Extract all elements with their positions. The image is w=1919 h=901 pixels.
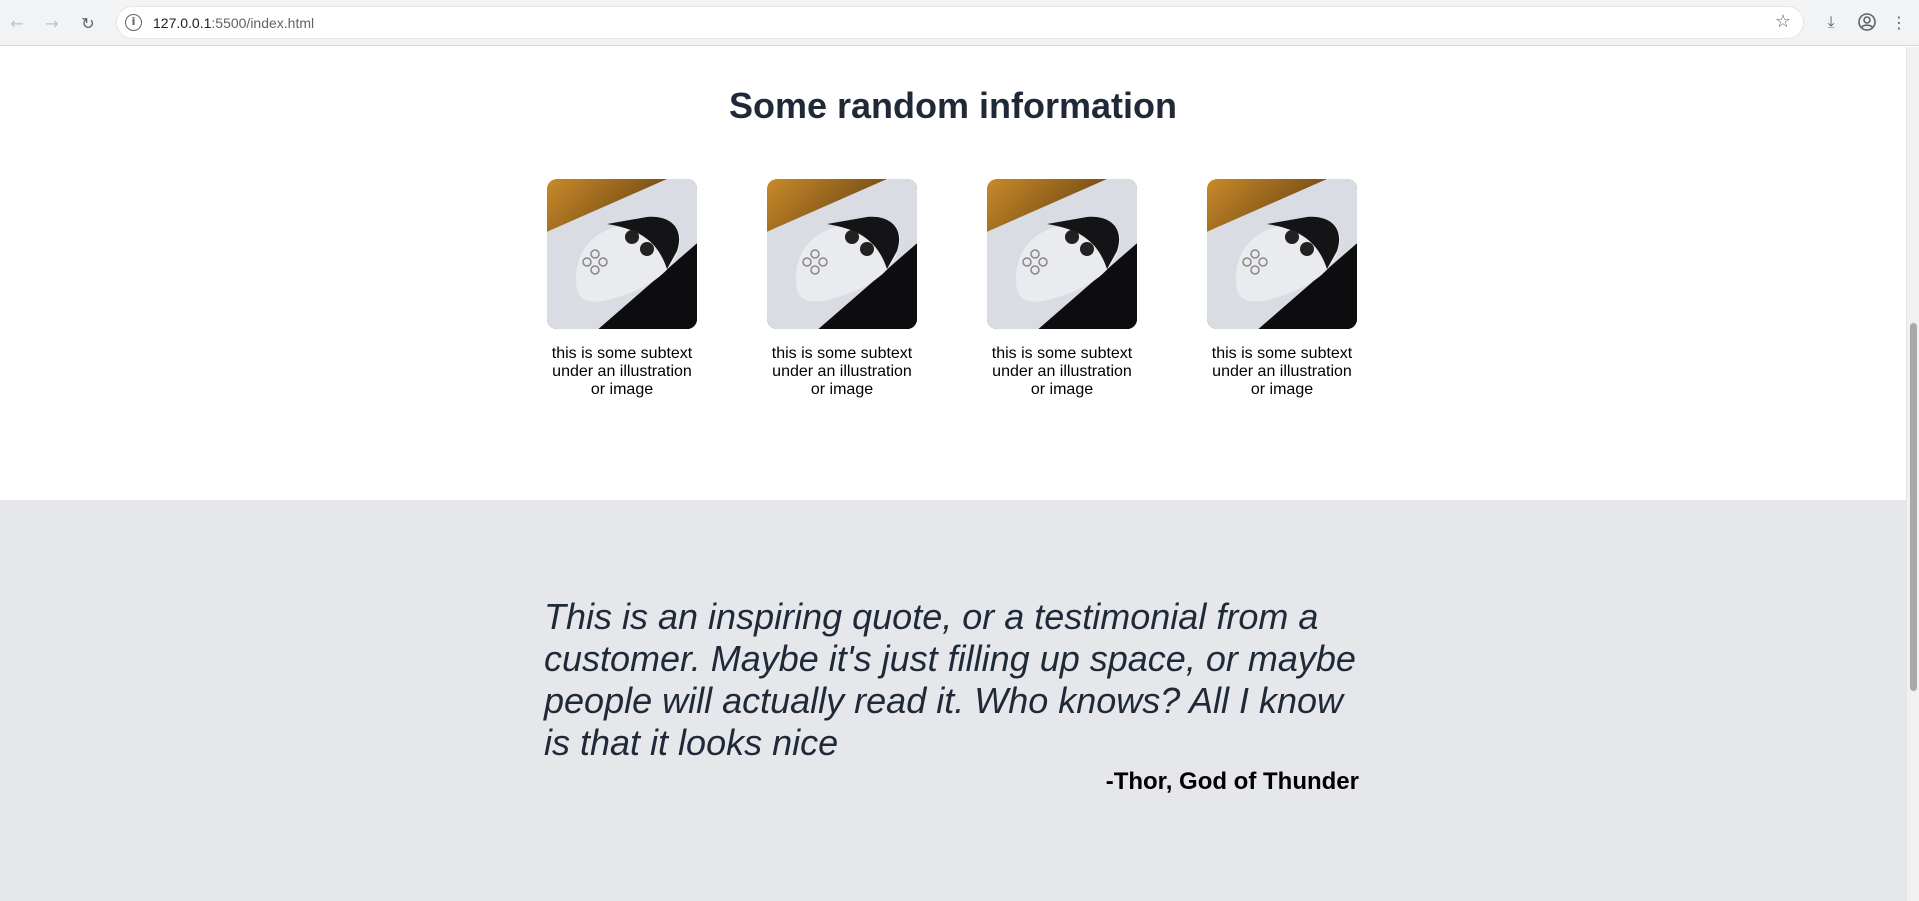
- page-scrollbar[interactable]: [1906, 47, 1919, 901]
- controller-image: [547, 179, 697, 329]
- card-caption: this is some subtext under an illustrati…: [771, 345, 913, 398]
- quote-author: -Thor, God of Thunder: [1105, 768, 1359, 795]
- info-section: Some random information this is some sub…: [0, 47, 1906, 500]
- quote-text: This is an inspiring quote, or a testimo…: [544, 596, 1356, 763]
- menu-dots-icon[interactable]: ⋮: [1890, 10, 1908, 34]
- quote-section: This is an inspiring quote, or a testimo…: [0, 500, 1906, 901]
- profile-icon[interactable]: [1855, 10, 1879, 34]
- info-card: this is some subtext under an illustrati…: [987, 179, 1137, 399]
- scrollbar-thumb[interactable]: [1910, 323, 1917, 691]
- address-bar[interactable]: i 127.0.0.1:5500/index.html ☆: [116, 6, 1804, 39]
- card-caption: this is some subtext under an illustrati…: [551, 345, 693, 398]
- info-card: this is some subtext under an illustrati…: [767, 179, 917, 399]
- url-path: :5500/index.html: [211, 15, 315, 31]
- back-arrow-icon[interactable]: ←: [4, 10, 30, 36]
- download-icon[interactable]: ⤓: [1819, 10, 1843, 34]
- page-viewport: Some random information this is some sub…: [0, 47, 1906, 901]
- card-caption: this is some subtext under an illustrati…: [991, 345, 1133, 398]
- info-card: this is some subtext under an illustrati…: [1207, 179, 1357, 399]
- info-title: Some random information: [728, 85, 1178, 126]
- browser-toolbar: ← → ↻ i 127.0.0.1:5500/index.html ☆ ⤓ ⋮: [0, 0, 1919, 46]
- info-card: this is some subtext under an illustrati…: [547, 179, 697, 399]
- site-info-icon[interactable]: i: [125, 14, 142, 31]
- controller-image: [1207, 179, 1357, 329]
- forward-arrow-icon[interactable]: →: [39, 10, 65, 36]
- url-host: 127.0.0.1: [153, 15, 212, 31]
- card-list: this is some subtext under an illustrati…: [547, 179, 1361, 419]
- controller-image: [767, 179, 917, 329]
- controller-image: [987, 179, 1137, 329]
- url-text[interactable]: 127.0.0.1:5500/index.html: [153, 15, 314, 31]
- bookmark-star-icon[interactable]: ☆: [1775, 11, 1791, 32]
- reload-icon[interactable]: ↻: [75, 10, 101, 36]
- card-caption: this is some subtext under an illustrati…: [1211, 345, 1353, 398]
